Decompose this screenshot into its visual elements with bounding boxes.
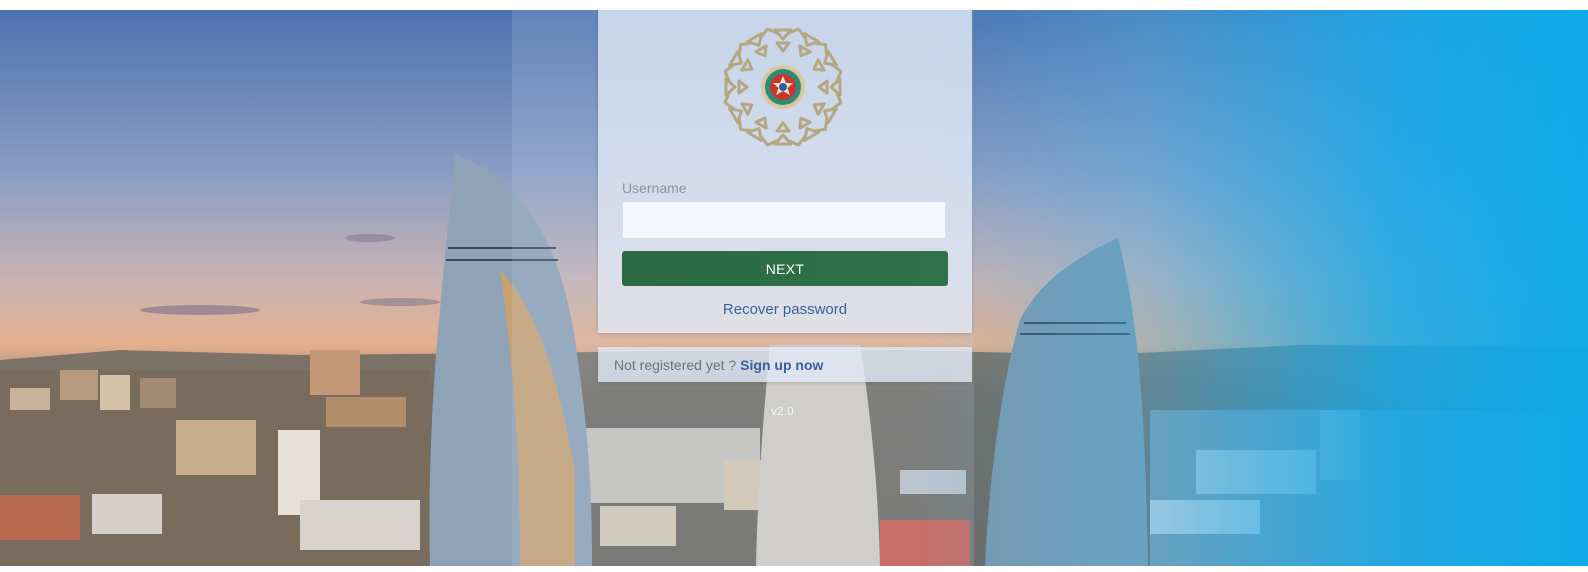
username-input[interactable] (622, 201, 946, 239)
azerbaijan-emblem-icon (720, 24, 846, 150)
username-label: Username (622, 180, 687, 196)
recover-password-link[interactable]: Recover password (598, 301, 972, 318)
login-page: Username NEXT Recover password Not regis… (0, 0, 1588, 572)
login-card: Username NEXT Recover password (598, 10, 972, 333)
signup-link[interactable]: Sign up now (740, 357, 823, 373)
version-label: v2.0 (771, 404, 794, 418)
register-prompt-container: Not registered yet ? Sign up now (614, 357, 823, 373)
register-bar: Not registered yet ? Sign up now (598, 347, 972, 382)
register-prompt: Not registered yet ? (614, 357, 737, 373)
next-button[interactable]: NEXT (622, 251, 948, 286)
